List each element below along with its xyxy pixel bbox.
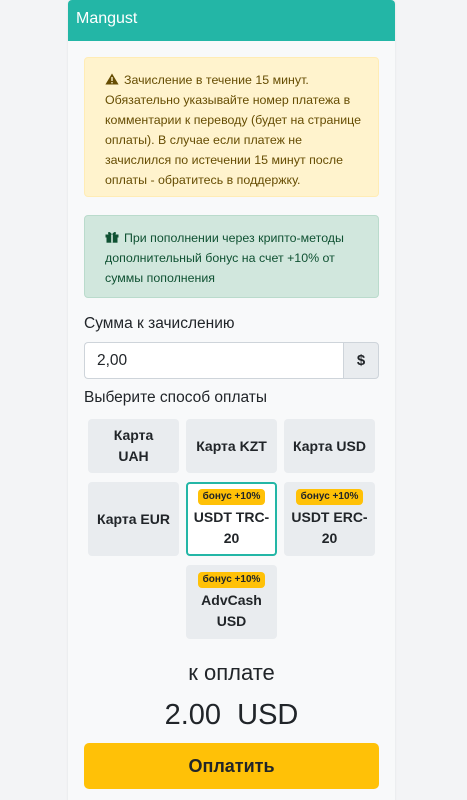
bonus-alert: При пополнении через крипто-методы допол… [84, 215, 379, 298]
warning-alert: Зачисление в течение 15 минут. Обязатель… [84, 57, 379, 197]
method-card-eur[interactable]: Карта EUR [88, 482, 179, 556]
payment-total: 2.00 USD [164, 699, 299, 731]
bonus-badge: бонус +10% [295, 489, 364, 505]
method-label-text: Карта USD [293, 437, 366, 454]
header-title: Mangust [76, 10, 138, 27]
payment-caption: к оплате [188, 660, 275, 685]
bonus-badge: бонус +10% [197, 572, 266, 588]
payment-card: Mangust Зачисление в течение 15 минут. О… [68, 0, 395, 800]
method-label-text: Карта KZT [196, 437, 267, 454]
gift-icon [105, 232, 119, 243]
method-label-text: USDT TRC-20 [193, 509, 270, 546]
warning-triangle-icon [105, 73, 119, 85]
method-label-text: USDT ERC-20 [291, 509, 368, 546]
method-label-text: AdvCash USD [201, 592, 262, 629]
method-card-uah[interactable]: Карта UAH [88, 419, 179, 473]
bonus-badge: бонус +10% [197, 489, 266, 505]
amount-label: Сумма к зачислению [84, 315, 235, 332]
bonus-text: При пополнении через крипто-методы допол… [105, 231, 344, 285]
method-card-kzt[interactable]: Карта KZT [186, 419, 277, 473]
method-card-usd[interactable]: Карта USD [284, 419, 375, 473]
amount-input[interactable] [84, 342, 343, 379]
method-label-text: Карта EUR [97, 510, 170, 527]
method-label: Выберите способ оплаты [84, 389, 268, 406]
page: Mangust Зачисление в течение 15 минут. О… [0, 0, 467, 800]
pay-button[interactable]: Оплатить [84, 743, 379, 789]
currency-addon: $ [343, 342, 379, 379]
amount-input-group: $ [84, 342, 379, 379]
method-label-text: Карта UAH [113, 427, 154, 464]
method-usdt-erc20[interactable]: бонус +10% USDT ERC-20 [284, 482, 375, 556]
card-header: Mangust [68, 0, 395, 41]
method-advcash-usd[interactable]: бонус +10% AdvCash USD [186, 565, 277, 639]
warning-text: Зачисление в течение 15 минут. Обязатель… [105, 73, 362, 187]
method-usdt-trc20[interactable]: бонус +10% USDT TRC-20 [186, 482, 277, 556]
